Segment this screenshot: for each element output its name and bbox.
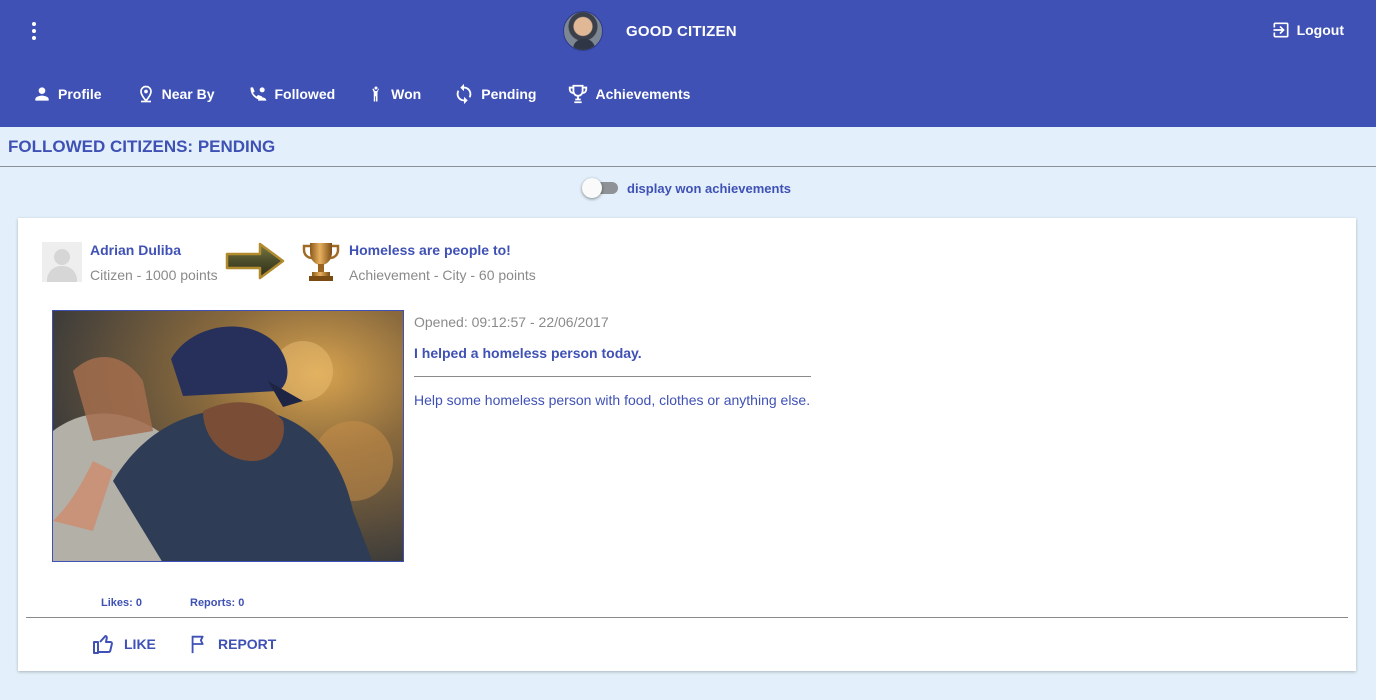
like-button[interactable]: LIKE — [92, 632, 156, 656]
nav-item-near-by[interactable]: Near By — [136, 78, 215, 110]
user-avatar[interactable] — [42, 242, 82, 282]
person-icon — [35, 87, 49, 101]
nav-item-label: Won — [391, 86, 422, 102]
nav-item-label: Near By — [161, 86, 215, 102]
user-name-link[interactable]: Adrian Duliba — [90, 242, 181, 258]
nav-item-label: Achievements — [595, 86, 691, 102]
nav-item-won[interactable]: Won — [367, 78, 421, 110]
arrow-right-icon — [225, 242, 285, 280]
nav-item-achievements[interactable]: Achievements — [567, 78, 690, 110]
nav-item-profile[interactable]: Profile — [32, 78, 102, 110]
top-app-bar: GOOD CITIZEN Logout Profile Near By Foll… — [0, 0, 1376, 127]
page-title: FOLLOWED CITIZENS: PENDING — [8, 137, 276, 156]
followed-icon — [250, 87, 266, 101]
pending-achievement-card: Adrian Duliba Citizen - 1000 points Home… — [18, 218, 1356, 671]
report-label: REPORT — [218, 636, 277, 652]
divider — [26, 617, 1348, 618]
display-won-toggle-row: display won achievements — [582, 178, 791, 198]
location-pin-icon — [139, 85, 152, 103]
page-header: FOLLOWED CITIZENS: PENDING — [0, 127, 1376, 167]
achievement-subtitle: Achievement - City - 60 points — [349, 267, 536, 283]
logout-label: Logout — [1296, 22, 1344, 38]
logout-button[interactable]: Logout — [1271, 20, 1344, 40]
nav-item-followed[interactable]: Followed — [247, 78, 336, 110]
reports-count: Reports: 0 — [190, 597, 245, 609]
nav-item-pending[interactable]: Pending — [453, 78, 536, 110]
toggle-label: display won achievements — [627, 180, 792, 196]
divider — [414, 376, 811, 377]
thumb-up-icon — [93, 635, 113, 654]
proof-photo[interactable] — [52, 310, 404, 562]
trophy-icon — [302, 243, 340, 281]
opened-timestamp: Opened: 09:12:57 - 22/06/2017 — [414, 314, 609, 330]
brand: GOOD CITIZEN — [563, 11, 737, 51]
nav-item-label: Pending — [481, 86, 537, 102]
more-vert-icon[interactable] — [24, 18, 44, 44]
logout-icon — [1273, 22, 1289, 38]
avatar[interactable] — [563, 11, 603, 51]
nav-bar: Profile Near By Followed Won Pending Ach… — [0, 78, 690, 110]
task-title: I helped a homeless person today. — [414, 345, 642, 361]
app-title: GOOD CITIZEN — [626, 22, 737, 40]
like-label: LIKE — [124, 636, 156, 652]
flag-icon — [191, 635, 204, 654]
display-won-toggle[interactable] — [582, 178, 618, 198]
user-subtitle: Citizen - 1000 points — [90, 267, 218, 283]
achievement-name-link[interactable]: Homeless are people to! — [349, 242, 511, 258]
task-description: Help some homeless person with food, clo… — [414, 392, 811, 408]
likes-count: Likes: 0 — [101, 597, 142, 609]
celebrate-person-icon — [372, 86, 380, 102]
report-button[interactable]: REPORT — [188, 632, 276, 656]
nav-item-label: Profile — [58, 86, 102, 102]
nav-item-label: Followed — [274, 86, 336, 102]
trophy-icon — [569, 84, 588, 104]
sync-icon — [456, 83, 472, 105]
